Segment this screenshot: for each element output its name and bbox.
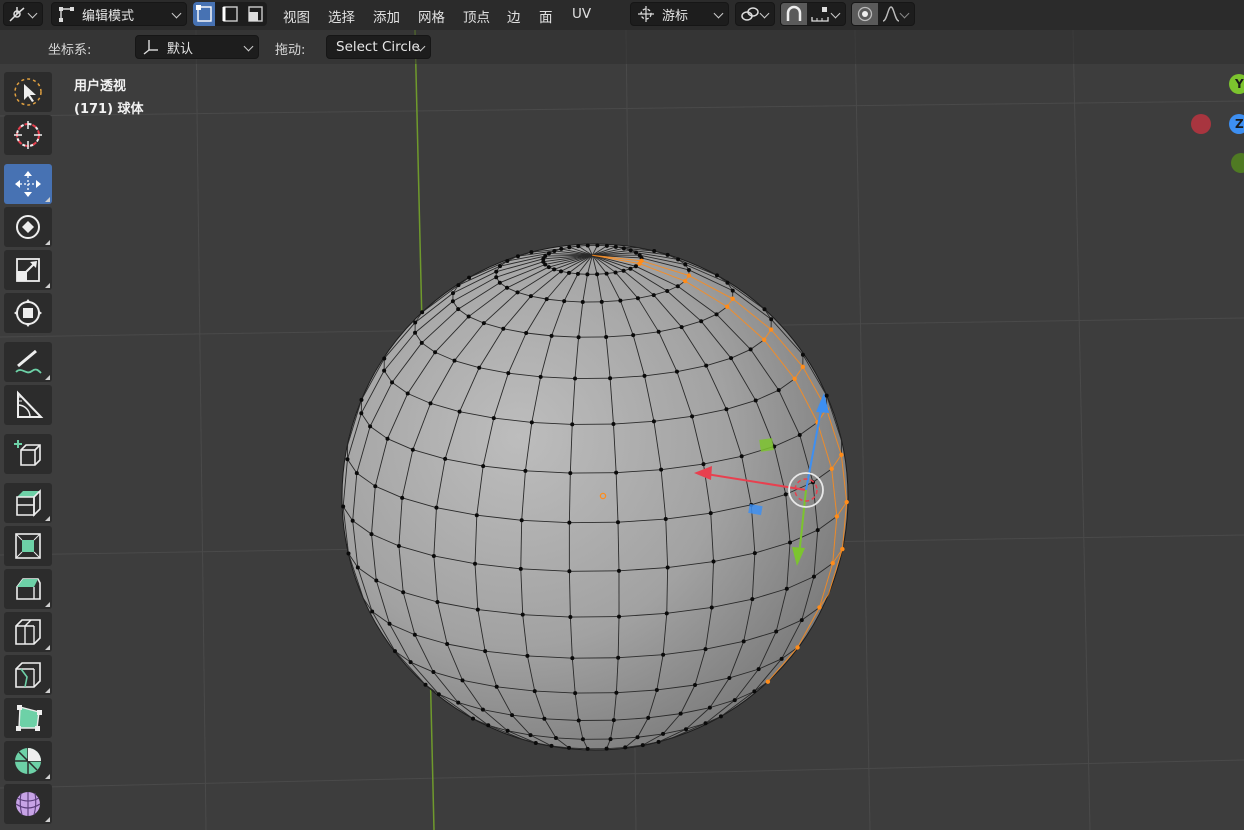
tool-options-corner-icon: [45, 283, 50, 288]
transform-icon: [14, 299, 42, 327]
tool-measure[interactable]: [4, 385, 52, 425]
drag-dropdown[interactable]: Select Circle: [326, 35, 431, 59]
tool-options-corner-icon: [45, 197, 50, 202]
tool-move[interactable]: [4, 164, 52, 204]
magnet-icon: [786, 5, 802, 21]
spin-icon: [15, 748, 41, 774]
proportional-edit-icon: [857, 6, 873, 22]
tool-loop-cut[interactable]: [4, 612, 52, 652]
chevron-down-icon: [713, 8, 724, 19]
tool-extrude[interactable]: [4, 483, 52, 523]
vertex-select-mode[interactable]: [193, 2, 215, 26]
tool-scale[interactable]: [4, 250, 52, 290]
chevron-down-icon: [759, 8, 770, 19]
tool-options-corner-icon: [45, 602, 50, 607]
menu-view[interactable]: 视图: [283, 6, 310, 26]
move-icon: [15, 171, 41, 197]
proportional-edit-toggle[interactable]: [852, 3, 878, 25]
tool-options-corner-icon: [45, 240, 50, 245]
tool-rotate[interactable]: [4, 207, 52, 247]
tool-inset[interactable]: [4, 526, 52, 566]
bevel-icon: [16, 578, 41, 600]
scale-icon: [16, 258, 40, 282]
gizmo-z-label: Z: [1235, 117, 1244, 131]
menu-uv[interactable]: UV: [572, 6, 591, 22]
tool-options-corner-icon: [45, 516, 50, 521]
tool-poly-build[interactable]: [4, 698, 52, 738]
tool-options-corner-icon: [45, 375, 50, 380]
snapping-group[interactable]: [780, 2, 846, 26]
snap-toggle[interactable]: [781, 3, 807, 25]
tool-cursor[interactable]: [4, 115, 52, 155]
3d-viewport[interactable]: [0, 0, 1244, 830]
tool-select-box[interactable]: [4, 72, 52, 112]
menu-face[interactable]: 面: [539, 6, 553, 26]
select-box-icon: [14, 78, 42, 106]
edit-mode-icon: [59, 7, 74, 22]
edge-select-mode[interactable]: [219, 2, 241, 26]
poly-build-icon: [16, 705, 42, 731]
measure-icon: [17, 390, 44, 418]
link-icon: [741, 7, 759, 21]
tool-options-corner-icon: [45, 645, 50, 650]
tool-annotate[interactable]: [4, 342, 52, 382]
chevron-down-icon: [243, 41, 254, 52]
inset-icon: [15, 533, 41, 559]
snap-increment-icon: [811, 7, 829, 22]
chevron-down-icon: [171, 8, 182, 19]
menu-select[interactable]: 选择: [328, 6, 355, 26]
tool-bevel[interactable]: [4, 569, 52, 609]
drag-label: 拖动:: [275, 43, 306, 58]
tool-options-corner-icon: [45, 774, 50, 779]
orientation-dropdown[interactable]: 默认: [135, 35, 259, 59]
rotate-icon: [16, 215, 40, 239]
knife-icon: [15, 662, 41, 688]
extrude-icon: [16, 489, 41, 517]
tool-transform[interactable]: [4, 293, 52, 333]
tool-knife[interactable]: [4, 655, 52, 695]
proportional-edit-group[interactable]: [851, 2, 915, 26]
global-axes-icon: [143, 40, 158, 55]
annotate-icon: [15, 349, 42, 374]
edge-select-icon: [222, 6, 238, 22]
menu-vertex[interactable]: 顶点: [463, 6, 490, 26]
tool-options-corner-icon: [45, 688, 50, 693]
orientation-value: 默认: [167, 41, 194, 57]
tool-options-corner-icon: [45, 817, 50, 822]
sphere-mesh[interactable]: [341, 243, 849, 751]
tool-add-cube[interactable]: [4, 434, 52, 474]
gizmo-y-label: Y: [1235, 77, 1244, 91]
orientation-label: 坐标系:: [48, 43, 92, 58]
pivot-label: 游标: [662, 8, 689, 24]
chevron-down-icon: [27, 8, 38, 19]
face-select-icon: [248, 6, 263, 22]
view-name: 用户透视: [74, 79, 127, 94]
tool-smooth[interactable]: [4, 784, 52, 824]
vertex-select-icon: [196, 5, 212, 22]
cursor-pivot-icon: [638, 6, 654, 22]
drag-value: Select Circle: [336, 39, 420, 55]
chevron-down-icon: [830, 8, 841, 19]
menu-mesh[interactable]: 网格: [418, 6, 445, 26]
mode-label: 编辑模式: [82, 8, 135, 24]
editor-type-button[interactable]: [3, 2, 43, 26]
loop-cut-icon: [15, 619, 41, 645]
pivot-point-dropdown[interactable]: 游标: [630, 2, 729, 26]
menu-edge[interactable]: 边: [507, 6, 521, 26]
mode-dropdown[interactable]: 编辑模式: [51, 2, 187, 26]
face-select-mode[interactable]: [244, 2, 266, 26]
object-info: (171) 球体: [74, 102, 144, 117]
tool-spin[interactable]: [4, 741, 52, 781]
menu-add[interactable]: 添加: [373, 6, 400, 26]
falloff-curve-icon: [882, 6, 900, 22]
viewport-editor-icon: [9, 7, 25, 22]
transform-orientation-button[interactable]: [735, 2, 775, 26]
toolbar: [0, 64, 56, 830]
add-cube-icon: [14, 440, 41, 466]
smooth-icon: [15, 792, 41, 816]
chevron-down-icon: [899, 8, 910, 19]
cursor-icon: [14, 121, 42, 149]
